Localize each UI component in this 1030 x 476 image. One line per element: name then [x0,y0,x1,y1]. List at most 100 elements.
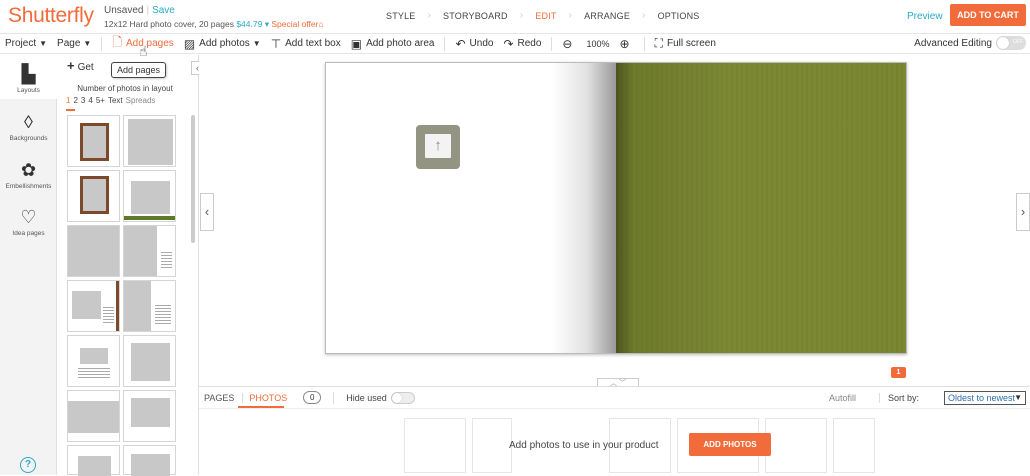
add-photo-area-button[interactable]: ▣ Add photo area [351,37,435,51]
photo-placeholder [124,281,151,331]
sort-select[interactable]: Oldest to newest ▼ [944,391,1026,405]
price-link[interactable]: $44.79 [236,19,262,29]
layout-thumbnail[interactable] [123,335,176,387]
save-link[interactable]: Save [152,5,175,16]
layout-thumbnail[interactable] [67,225,120,277]
photo-placeholder [131,343,170,381]
rail-item-idea-pages[interactable]: ♡ Idea pages [0,207,57,237]
step-storyboard[interactable]: STORYBOARD [431,11,520,21]
text-placeholder [78,368,110,380]
photo-placeholder [131,398,170,427]
photo-slot [404,418,466,473]
tab-pages[interactable]: PAGES [204,393,234,403]
layout-thumbnail[interactable] [123,445,176,476]
advanced-editing-control: Advanced Editing OFF [914,36,1026,50]
layout-thumbnail[interactable] [123,280,176,332]
get-layouts-button[interactable]: + Get [67,58,94,73]
add-pages-label: Add pages [125,38,174,49]
full-screen-label: Full screen [666,38,716,49]
edit-toolbar: Project ▼ Page ▼ 🗋 Add pages ▨ Add photos ▼ ⊤… [0,34,1030,54]
frame-preview [80,123,109,161]
zoom-in-button[interactable]: ⊕ [620,37,634,51]
filter-spreads[interactable]: Spreads [126,96,156,105]
toggle-state-label: OFF [1013,39,1023,45]
shutterfly-logo[interactable]: Shutterfly [8,4,94,28]
add-photos-label: Add photos [199,38,250,49]
rail-item-label: Embellishments [5,183,52,190]
tab-photos[interactable]: PHOTOS [242,392,287,403]
photo-tray: PAGES PHOTOS 0 Hide used Autofill Sort b… [199,386,1030,475]
advanced-editing-label: Advanced Editing [914,37,992,49]
photo-count-filter-label: Number of photos in layout [77,84,173,93]
photo-placeholder [124,226,157,276]
filter-1[interactable]: 1 [66,96,70,105]
filter-2[interactable]: 2 [73,96,77,105]
layout-thumbnail[interactable] [123,390,176,442]
autofill-button[interactable]: Autofill [829,393,856,403]
step-edit[interactable]: EDIT [523,11,568,21]
help-icon[interactable]: ? [20,457,36,473]
rail-item-embellishments[interactable]: ✿ Embellishments [0,160,57,190]
photo-placeholder [80,348,108,364]
undo-button[interactable]: ↶ Undo [455,37,493,51]
right-page[interactable] [616,63,906,353]
zoom-in-icon: ⊕ [619,36,630,51]
project-menu[interactable]: Project ▼ [5,38,47,49]
layout-thumbnail[interactable] [67,170,120,222]
layout-thumbnail[interactable] [123,170,176,222]
layout-thumbnail[interactable] [123,225,176,277]
photo-slot [472,418,512,473]
redo-icon: ↷ [503,36,514,51]
rail-item-layouts[interactable]: ▙ Layouts [0,55,57,99]
layout-thumbnail[interactable] [67,115,120,167]
tag-icon: ⌂ [318,19,324,29]
step-options[interactable]: OPTIONS [646,11,712,21]
advanced-editing-toggle[interactable]: OFF [996,36,1026,50]
hide-used-toggle[interactable] [390,391,415,404]
top-header: Shutterfly Unsaved | Save 12x12 Hard photo… [0,0,1030,34]
layout-thumbnail[interactable] [67,390,120,442]
toolbar-divider [444,36,446,51]
left-page[interactable] [326,63,616,353]
filter-4[interactable]: 4 [88,96,92,105]
layout-thumbnail[interactable] [67,280,120,332]
previous-spread-button[interactable]: ‹ [200,193,214,231]
rail-item-backgrounds[interactable]: ◊ Backgrounds [0,112,57,142]
filter-3[interactable]: 3 [81,96,85,105]
layout-thumbnail[interactable] [67,445,120,476]
undo-icon: ↶ [455,36,466,51]
page-menu-label: Page [57,38,81,49]
layout-thumbnail[interactable] [67,335,120,387]
photo-placeholder [128,119,173,165]
add-text-box-button[interactable]: ⊤ Add text box [271,37,341,51]
filter-5-plus[interactable]: 5+ [96,96,105,105]
photo-placeholder [78,456,111,476]
panel-scrollbar[interactable] [191,115,195,243]
photo-drop-target[interactable]: ↑ [416,125,460,169]
toolbar-divider [643,36,645,51]
toggle-knob [997,37,1009,49]
project-menu-label: Project [5,38,37,49]
layout-thumbnail[interactable] [123,115,176,167]
photo-placeholder [72,291,101,319]
redo-button[interactable]: ↷ Redo [503,37,541,51]
filter-text[interactable]: Text [108,96,123,105]
sort-label: Sort by: [879,393,919,403]
full-screen-button[interactable]: ⛶ Full screen [655,36,716,51]
add-to-cart-button[interactable]: ADD TO CART [950,4,1026,26]
preview-link[interactable]: Preview [907,11,943,22]
step-style[interactable]: STYLE [374,11,428,21]
add-photos-menu[interactable]: ▨ Add photos ▼ [184,37,261,51]
active-tab-indicator [238,406,284,408]
undo-label: Undo [469,38,494,49]
next-spread-button[interactable]: › [1016,193,1030,231]
step-arrange[interactable]: ARRANGE [572,11,642,21]
special-offer-link[interactable]: Special offer [271,19,318,29]
price-caret-icon[interactable]: ▾ [265,19,269,29]
page-menu[interactable]: Page ▼ [57,38,91,49]
caret-down-icon: ▼ [39,39,48,48]
add-photos-button[interactable]: ADD PHOTOS [689,433,771,456]
photo-slot [833,418,875,473]
full-screen-icon: ⛶ [654,36,663,50]
zoom-out-button[interactable]: ⊖ [562,37,576,51]
